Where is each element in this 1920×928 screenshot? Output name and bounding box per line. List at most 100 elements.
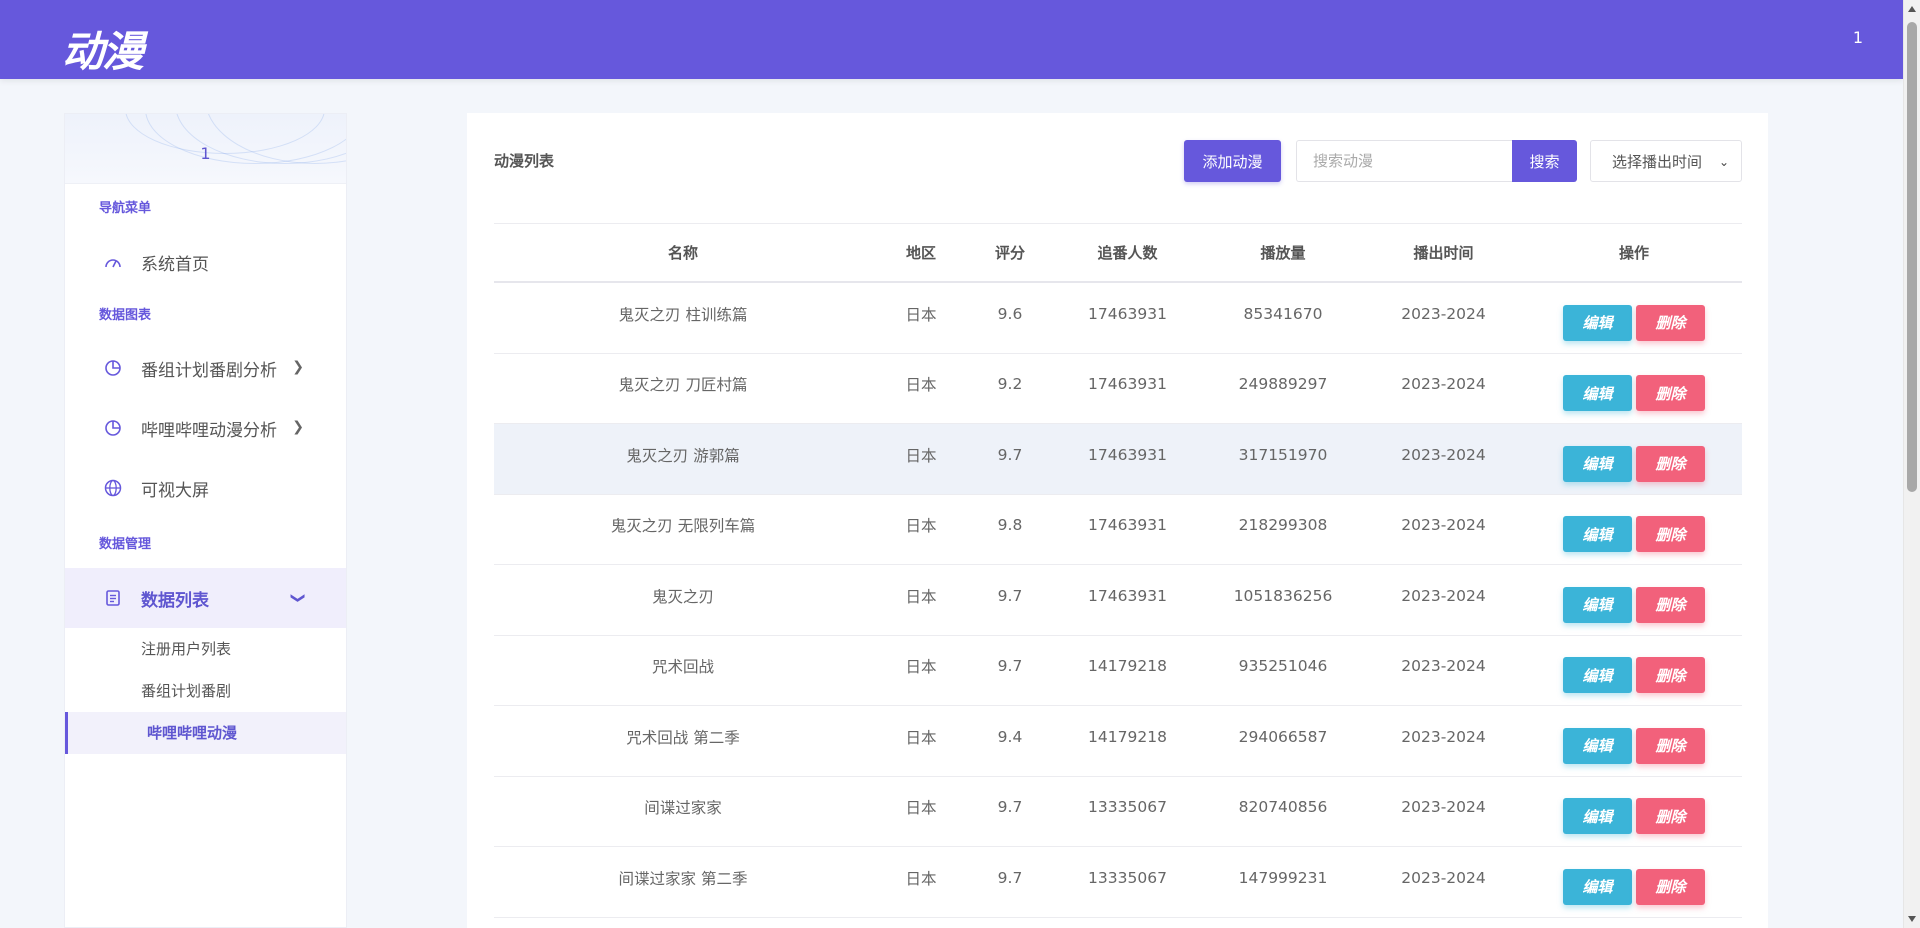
cell-rating: 9.7 xyxy=(997,868,1023,887)
column-header[interactable]: 评分 xyxy=(970,242,1050,263)
search-button[interactable]: 搜索 xyxy=(1512,140,1577,182)
cell-air-time: 2023-2024 xyxy=(1401,445,1486,464)
column-header[interactable]: 播出时间 xyxy=(1361,242,1526,263)
top-header: 动漫 1 xyxy=(0,0,1903,79)
delete-button[interactable]: 删除 xyxy=(1636,586,1705,623)
edit-button[interactable]: 编辑 xyxy=(1563,657,1632,694)
table-row[interactable]: 鬼灭之刃 柱训练篇 日本 9.6 17463931 85341670 2023-2024 编… xyxy=(494,283,1742,354)
sidebar-subitem-program[interactable]: 番组计划番剧 xyxy=(65,670,346,712)
cell-region: 日本 xyxy=(905,517,937,536)
cell-region: 日本 xyxy=(905,869,937,888)
cell-followers: 13335067 xyxy=(1088,868,1167,887)
cell-region: 日本 xyxy=(905,587,937,606)
delete-button[interactable]: 删除 xyxy=(1636,516,1705,553)
edit-button[interactable]: 编辑 xyxy=(1563,304,1632,341)
cell-plays: 218299308 xyxy=(1238,516,1328,535)
table-row[interactable]: 间谍过家家 日本 9.7 13335067 820740856 2023-2024 编辑 删除 xyxy=(494,777,1742,847)
edit-button[interactable]: 编辑 xyxy=(1563,375,1632,412)
delete-button[interactable]: 删除 xyxy=(1636,727,1705,764)
sidebar-item-label: 数据列表 xyxy=(141,590,209,611)
delete-button[interactable]: 删除 xyxy=(1636,657,1705,694)
table-header: 名称 地区 评分 追番人数 播放量 播出时间 操作 xyxy=(494,223,1742,283)
table-row[interactable]: 间谍过家家 第二季 日本 9.7 13335067 147999231 2023-2024… xyxy=(494,847,1742,918)
sidebar-subitem-bilibili[interactable]: 哔哩哔哩动漫 xyxy=(65,712,346,754)
user-menu[interactable]: 1 xyxy=(1853,28,1863,47)
cell-air-time: 2023-2024 xyxy=(1401,375,1486,394)
page-title: 动漫列表 xyxy=(494,152,555,170)
delete-button[interactable]: 删除 xyxy=(1636,304,1705,341)
cell-plays: 294066587 xyxy=(1238,727,1328,746)
cell-name: 咒术回战 xyxy=(651,658,714,677)
edit-button[interactable]: 编辑 xyxy=(1563,798,1632,835)
edit-button[interactable]: 编辑 xyxy=(1563,445,1632,482)
sidebar-item-label: 哔哩哔哩动漫分析 xyxy=(141,420,277,441)
cell-air-time: 2023-2024 xyxy=(1401,727,1486,746)
cell-air-time: 2023-2024 xyxy=(1401,657,1486,676)
cell-air-time: 2023-2024 xyxy=(1401,304,1486,323)
section-manage-label: 数据管理 xyxy=(99,537,152,552)
air-time-select[interactable]: 选择播出时间 ⌄ xyxy=(1590,140,1742,182)
sidebar-item-label: 番组计划番剧分析 xyxy=(141,360,277,381)
sidebar-item-data-list[interactable]: 数据列表 ❯ xyxy=(65,568,346,628)
delete-button[interactable]: 删除 xyxy=(1636,445,1705,482)
add-anime-button[interactable]: 添加动漫 xyxy=(1184,140,1281,182)
sidebar-item-bilibili-analysis[interactable]: 哔哩哔哩动漫分析 ❯ xyxy=(65,398,346,458)
cell-rating: 9.8 xyxy=(997,516,1023,535)
sidebar-item-label: 系统首页 xyxy=(141,255,209,275)
cell-rating: 9.7 xyxy=(997,798,1023,817)
cell-region: 日本 xyxy=(905,376,937,395)
sidebar-subitem-users[interactable]: 注册用户列表 xyxy=(65,628,346,670)
table-row[interactable]: 鬼灭之刃 刀匠村篇 日本 9.2 17463931 249889297 2023-2024… xyxy=(494,354,1742,424)
table-body: 鬼灭之刃 柱训练篇 日本 9.6 17463931 85341670 2023-2024 编… xyxy=(494,283,1742,918)
sidebar-item-program-analysis[interactable]: 番组计划番剧分析 ❯ xyxy=(65,338,346,398)
table-row[interactable]: 鬼灭之刃 游郭篇 日本 9.7 17463931 317151970 2023-2024 编… xyxy=(494,424,1742,495)
scroll-up-icon[interactable] xyxy=(1908,6,1916,12)
anime-list-card: 动漫列表 添加动漫 搜索 选择播出时间 ⌄ 名称 地区 评分 追番人数 播放量 … xyxy=(467,113,1768,928)
cell-region: 日本 xyxy=(905,728,937,747)
row-actions: 编辑 删除 xyxy=(1526,868,1742,905)
column-header[interactable]: 名称 xyxy=(494,242,872,263)
page-scrollbar[interactable] xyxy=(1903,0,1920,928)
scroll-thumb[interactable] xyxy=(1907,22,1917,492)
chevron-down-icon: ⌄ xyxy=(1718,155,1729,169)
cell-plays: 317151970 xyxy=(1238,445,1328,464)
sidebar-item-home[interactable]: 系统首页 xyxy=(65,231,346,294)
app-logo[interactable]: 动漫 xyxy=(62,18,144,79)
section-nav-label: 导航菜单 xyxy=(99,201,152,216)
cell-plays: 1051836256 xyxy=(1233,586,1333,605)
delete-button[interactable]: 删除 xyxy=(1636,868,1705,905)
row-actions: 编辑 删除 xyxy=(1526,304,1742,341)
table-row[interactable]: 鬼灭之刃 日本 9.7 17463931 1051836256 2023-2024 编辑 删除 xyxy=(494,565,1742,636)
row-actions: 编辑 删除 xyxy=(1526,798,1742,835)
edit-button[interactable]: 编辑 xyxy=(1563,868,1632,905)
column-header[interactable]: 追番人数 xyxy=(1050,242,1205,263)
cell-followers: 17463931 xyxy=(1088,375,1167,394)
cell-rating: 9.2 xyxy=(997,375,1023,394)
chevron-down-icon: ❯ xyxy=(290,592,307,604)
cell-followers: 17463931 xyxy=(1088,586,1167,605)
column-header[interactable]: 播放量 xyxy=(1205,242,1361,263)
table-row[interactable]: 咒术回战 日本 9.7 14179218 935251046 2023-2024 编辑 删除 xyxy=(494,636,1742,706)
cell-rating: 9.7 xyxy=(997,657,1023,676)
cell-followers: 17463931 xyxy=(1088,516,1167,535)
delete-button[interactable]: 删除 xyxy=(1636,375,1705,412)
search-input[interactable] xyxy=(1296,140,1512,182)
sidebar-item-label: 可视大屏 xyxy=(141,480,209,501)
profile-name: 1 xyxy=(200,144,211,163)
table-row[interactable]: 鬼灭之刃 无限列车篇 日本 9.8 17463931 218299308 2023-202… xyxy=(494,495,1742,565)
cell-plays: 147999231 xyxy=(1238,868,1328,887)
cell-name: 鬼灭之刃 刀匠村篇 xyxy=(618,376,748,395)
edit-button[interactable]: 编辑 xyxy=(1563,516,1632,553)
gauge-icon xyxy=(103,253,123,273)
edit-button[interactable]: 编辑 xyxy=(1563,727,1632,764)
cell-region: 日本 xyxy=(905,305,937,324)
column-header: 操作 xyxy=(1618,244,1649,262)
scroll-down-icon[interactable] xyxy=(1908,916,1916,922)
cell-followers: 17463931 xyxy=(1088,445,1167,464)
column-header[interactable]: 地区 xyxy=(872,242,970,263)
delete-button[interactable]: 删除 xyxy=(1636,798,1705,835)
sidebar-item-big-screen[interactable]: 可视大屏 xyxy=(65,458,346,518)
table-row[interactable]: 咒术回战 第二季 日本 9.4 14179218 294066587 2023-2024 编… xyxy=(494,706,1742,777)
edit-button[interactable]: 编辑 xyxy=(1563,586,1632,623)
cell-name: 咒术回战 第二季 xyxy=(626,728,740,747)
